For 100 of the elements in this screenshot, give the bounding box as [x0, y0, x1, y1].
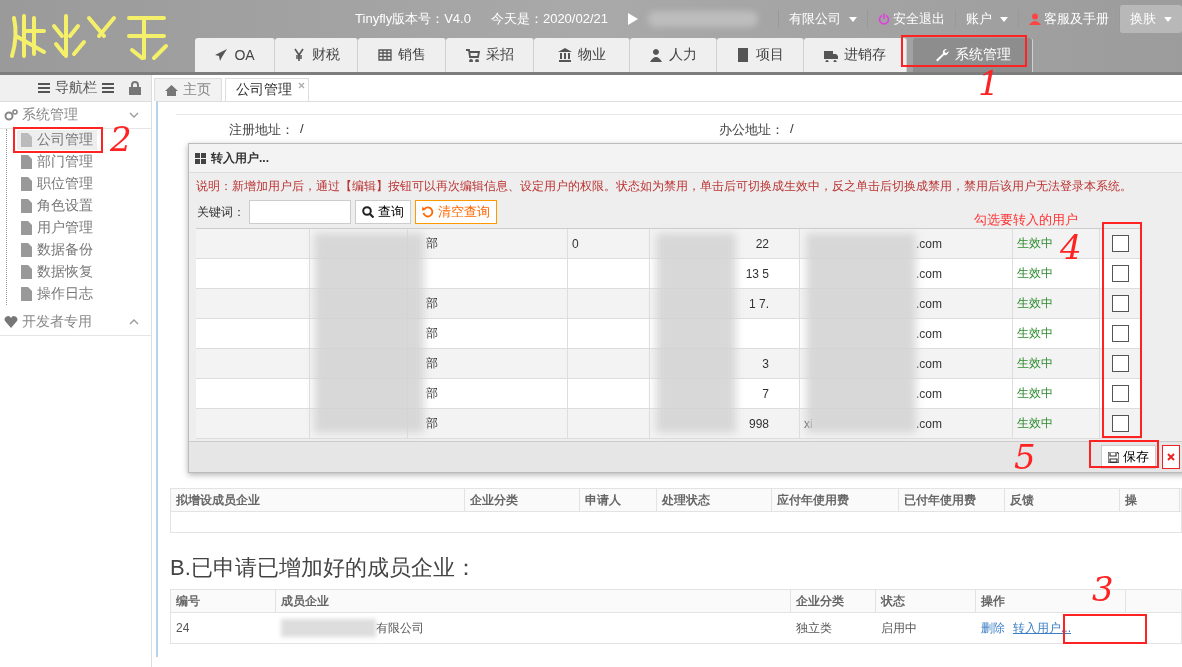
file-icon	[21, 287, 32, 301]
status-text: 生效中	[1017, 355, 1053, 372]
column-header: 申请人	[580, 489, 657, 511]
file-icon	[21, 221, 32, 235]
search-icon	[362, 206, 374, 218]
checkbox[interactable]	[1112, 385, 1129, 402]
checkbox[interactable]	[1112, 235, 1129, 252]
nav-item[interactable]: 操作日志	[17, 284, 97, 304]
module-tab[interactable]: 销售	[358, 38, 446, 72]
page-tab[interactable]: 主页	[154, 78, 222, 101]
heart-icon	[4, 316, 18, 328]
file-icon	[21, 133, 32, 147]
truck-icon	[824, 48, 838, 62]
action-link[interactable]: 删除	[981, 619, 1005, 637]
lock-icon[interactable]	[129, 81, 141, 95]
cart-icon	[465, 48, 480, 62]
module-tab[interactable]: 人力	[630, 38, 717, 72]
grid-icon	[377, 48, 392, 62]
account-menu[interactable]: 账户	[955, 10, 1018, 28]
status-text: 生效中	[1017, 325, 1053, 342]
user-icon	[1029, 13, 1041, 25]
plane-icon	[214, 48, 229, 62]
caret-icon	[1164, 16, 1172, 22]
nav-item[interactable]: 公司管理	[17, 130, 97, 150]
home-icon	[165, 84, 178, 96]
module-tab[interactable]: 项目	[717, 38, 804, 72]
save-button[interactable]: 保存	[1101, 445, 1156, 469]
user-icon	[649, 48, 663, 62]
clear-button[interactable]: 清空查询	[415, 200, 497, 224]
table-cell: xi	[804, 416, 813, 431]
chevron-icon	[129, 319, 139, 325]
table-cell: 部	[426, 295, 438, 312]
nav-item[interactable]: 用户管理	[17, 218, 97, 238]
status-text: 生效中	[1017, 265, 1053, 282]
file-icon	[21, 199, 32, 213]
column-header: 操	[1120, 489, 1180, 511]
column-header: 企业分类	[791, 590, 876, 612]
nav-item[interactable]: 职位管理	[17, 174, 97, 194]
nav-item[interactable]: 数据备份	[17, 240, 97, 260]
action-link[interactable]: 转入用户...	[1013, 619, 1071, 637]
checkbox[interactable]	[1112, 355, 1129, 372]
column-header: 拟增设成员企业	[171, 489, 465, 511]
page-tab[interactable]: 公司管理	[225, 78, 309, 101]
module-tab[interactable]: OA	[195, 38, 275, 72]
column-header: 编号	[171, 590, 276, 612]
module-tab[interactable]: 进销存	[804, 38, 907, 72]
grid-icon	[195, 152, 206, 164]
table-cell: 998	[748, 416, 769, 431]
table-cell-text: 24	[175, 621, 191, 635]
module-tab[interactable]: 财税	[275, 38, 358, 72]
module-tab[interactable]: 采招	[446, 38, 534, 72]
table-cell: 3	[762, 356, 769, 371]
gears-icon	[4, 109, 18, 121]
field-value: /	[790, 121, 794, 138]
version-text: Tinyfly版本号：V4.0	[355, 10, 471, 28]
status-text: 生效中	[1017, 235, 1053, 252]
nav-item[interactable]: 数据恢复	[17, 262, 97, 282]
file-icon	[21, 155, 32, 169]
column-header: 应付年使用费	[772, 489, 899, 511]
checkbox[interactable]	[1112, 295, 1129, 312]
annotation-number: 4	[1060, 230, 1082, 264]
column-header: 企业分类	[465, 489, 580, 511]
nav-item[interactable]: 部门管理	[17, 152, 97, 172]
bank-icon	[557, 48, 572, 62]
menu-icon	[101, 83, 114, 93]
annotation-text: 勾选要转入的用户	[974, 211, 1078, 229]
close-icon	[1167, 453, 1175, 461]
status-text: 生效中	[1017, 415, 1053, 432]
table-cell-text: 独立类	[795, 619, 833, 637]
search-button[interactable]: 查询	[355, 200, 411, 224]
caret-icon	[849, 16, 857, 22]
table-cell: 22	[755, 236, 769, 251]
table-cell: 部	[426, 325, 438, 342]
checkbox[interactable]	[1112, 265, 1129, 282]
file-icon	[21, 177, 32, 191]
logout-link[interactable]: 安全退出	[867, 10, 955, 28]
company-menu[interactable]: 有限公司	[778, 10, 867, 28]
checkbox[interactable]	[1112, 415, 1129, 432]
table-cell-text: 启用中	[880, 619, 918, 637]
table-cell: 1 7.	[749, 296, 769, 311]
module-tab[interactable]: 物业	[534, 38, 630, 72]
table-cell: 有限公司	[376, 619, 424, 637]
column-header: 反馈	[1005, 489, 1120, 511]
nav-group[interactable]: 开发者专用	[0, 309, 151, 336]
floppy-icon	[1108, 451, 1119, 463]
status-text: 生效中	[1017, 295, 1053, 312]
column-header: 已付年使用费	[899, 489, 1005, 511]
table-cell: .com	[916, 266, 942, 281]
table-cell: 部	[426, 415, 438, 432]
keyword-field[interactable]	[249, 200, 351, 224]
checkbox[interactable]	[1112, 325, 1129, 342]
table-cell: 部	[426, 355, 438, 372]
nav-item[interactable]: 角色设置	[17, 196, 97, 216]
table-cell: .com	[916, 356, 942, 371]
table-cell: .com	[916, 386, 942, 401]
close-button[interactable]	[1162, 445, 1180, 469]
table-cell: 7	[762, 386, 769, 401]
date-text: 今天是：2020/02/21	[490, 10, 608, 28]
menu-icon	[37, 83, 50, 93]
dialog-title: 转入用户...	[211, 149, 269, 167]
